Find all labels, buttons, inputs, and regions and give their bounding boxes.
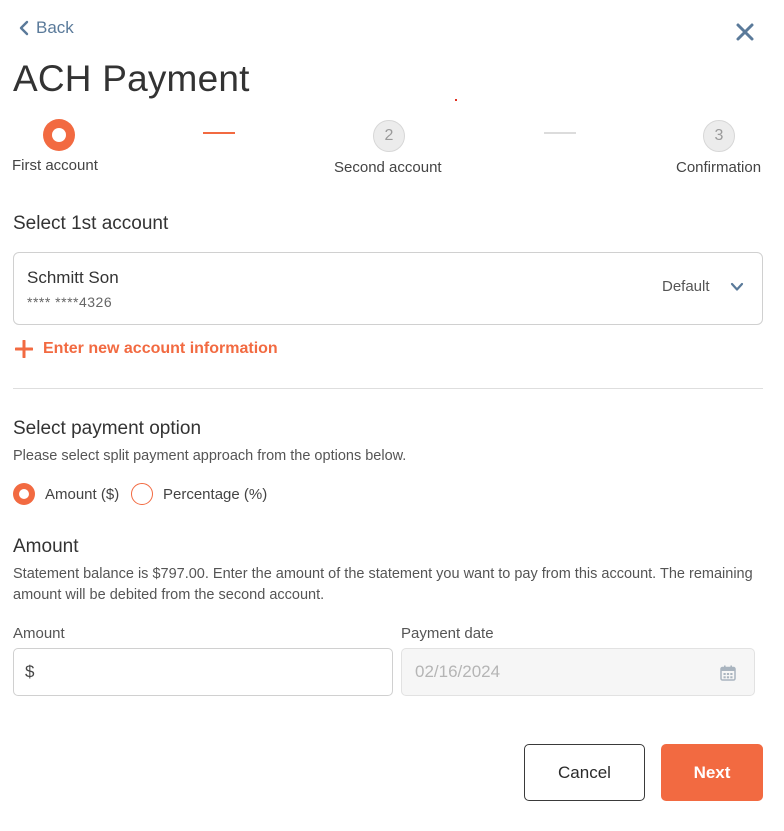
account-number: **** ****4326 (27, 294, 113, 310)
payment-date-field: 02/16/2024 (401, 648, 755, 696)
section-divider (13, 388, 763, 389)
radio-unselected-icon (131, 483, 153, 505)
step-2-label: Second account (334, 159, 442, 176)
calendar-icon (720, 665, 736, 681)
default-badge: Default (662, 278, 710, 295)
back-label: Back (36, 18, 74, 37)
step-3-indicator: 3 (703, 120, 735, 152)
amount-field-label: Amount (13, 625, 65, 642)
amount-heading: Amount (13, 536, 79, 557)
payment-option-description: Please select split payment approach fro… (13, 448, 407, 464)
payment-option-heading: Select payment option (13, 418, 202, 439)
step-connector-2 (544, 132, 576, 134)
account-name: Schmitt Son (27, 268, 119, 287)
amount-input[interactable]: $ (13, 648, 393, 696)
step-2-indicator: 2 (373, 120, 405, 152)
percentage-radio[interactable]: Percentage (%) (131, 483, 267, 505)
back-button[interactable]: Back (18, 18, 74, 38)
chevron-left-icon (19, 20, 29, 36)
step-1-label: First account (12, 157, 98, 174)
amount-radio-label: Amount ($) (45, 485, 120, 503)
new-account-label: Enter new account information (43, 340, 278, 357)
step-connector-1 (203, 132, 235, 134)
chevron-down-icon[interactable] (730, 280, 744, 294)
decorative-dot (455, 99, 457, 101)
payment-date-label: Payment date (401, 625, 494, 642)
select-account-heading: Select 1st account (13, 213, 169, 234)
close-icon[interactable] (735, 22, 755, 42)
currency-prefix: $ (25, 662, 35, 681)
next-button[interactable]: Next (661, 744, 763, 801)
plus-icon (15, 340, 33, 358)
page-title: ACH Payment (13, 58, 250, 99)
account-select-dropdown[interactable]: Schmitt Son **** ****4326 Default (13, 252, 763, 325)
percentage-radio-label: Percentage (%) (163, 485, 268, 503)
step-1-indicator (43, 119, 75, 151)
enter-new-account-link[interactable]: Enter new account information (15, 340, 278, 358)
radio-selected-icon (13, 483, 35, 505)
amount-radio[interactable]: Amount ($) (13, 483, 119, 505)
step-3-label: Confirmation (676, 159, 762, 176)
cancel-button[interactable]: Cancel (524, 744, 645, 801)
payment-date-value: 02/16/2024 (415, 662, 501, 681)
amount-description: Statement balance is $797.00. Enter the … (13, 566, 753, 603)
